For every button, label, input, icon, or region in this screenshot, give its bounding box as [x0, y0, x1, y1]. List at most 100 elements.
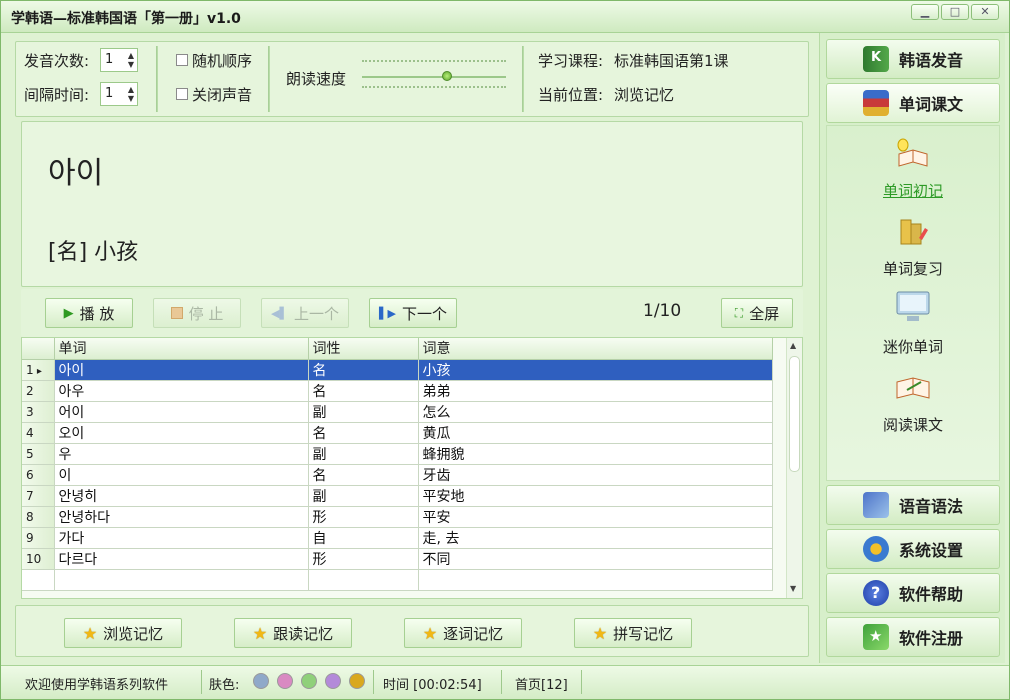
cell-word[interactable]: 아이 — [54, 359, 309, 381]
cell-pos[interactable]: 副 — [308, 443, 419, 465]
row-number[interactable]: 4 — [22, 422, 55, 444]
follow-read-memory-button[interactable]: ★ 跟读记忆 — [234, 618, 352, 648]
stop-icon — [170, 307, 183, 319]
stepper-arrows-icon[interactable]: ▲ ▼ — [128, 51, 134, 69]
cell-pos[interactable]: 名 — [308, 380, 419, 402]
skin-swatch[interactable] — [301, 673, 317, 689]
cell-word[interactable]: 안녕히 — [54, 485, 309, 507]
play-icon: ▶ — [63, 305, 74, 321]
sidebar-software-register[interactable]: ★ 软件注册 — [826, 617, 1000, 657]
table-scrollbar[interactable]: ▲ ▼ — [786, 338, 802, 598]
submenu-word-review[interactable]: 单词复习 — [827, 258, 999, 279]
row-number[interactable]: 8 — [22, 506, 55, 528]
stepper-arrows-icon[interactable]: ▲ ▼ — [128, 85, 134, 103]
cell-pos[interactable]: 自 — [308, 527, 419, 549]
random-order-checkbox[interactable] — [176, 54, 188, 66]
minimize-button[interactable]: ▁ — [911, 4, 939, 20]
maximize-button[interactable]: □ — [941, 4, 969, 20]
word-table[interactable]: 单词 词性 词意 1 ▸ 아이 名小孩 2 아우 名弟弟 3 어이 副怎么 4 오이 名黄瓜 5 우 副蜂拥… — [21, 337, 803, 599]
column-header-word[interactable]: 单词 — [54, 338, 309, 360]
close-button[interactable]: ✕ — [971, 4, 999, 20]
table-row[interactable]: 5 우 副蜂拥貌 — [22, 443, 773, 465]
cell-word[interactable]: 우 — [54, 443, 309, 465]
table-row[interactable]: 7 안녕히 副平安地 — [22, 485, 773, 507]
skin-swatch[interactable] — [253, 673, 269, 689]
cell-meaning[interactable]: 黄瓜 — [418, 422, 773, 444]
scroll-up-icon[interactable]: ▲ — [790, 341, 796, 350]
cell-word[interactable]: 안녕하다 — [54, 506, 309, 528]
cell-pos[interactable]: 名 — [308, 359, 419, 381]
submenu-mini-words[interactable]: 迷你单词 — [827, 336, 999, 357]
cell-word[interactable]: 오이 — [54, 422, 309, 444]
sidebar-software-help[interactable]: ? 软件帮助 — [826, 573, 1000, 613]
row-number[interactable]: 1 ▸ — [22, 359, 55, 381]
row-number[interactable]: 10 — [22, 548, 55, 570]
row-number[interactable]: 6 — [22, 464, 55, 486]
scroll-down-icon[interactable]: ▼ — [790, 584, 796, 593]
read-speed-slider[interactable] — [362, 56, 506, 96]
row-number[interactable]: 9 — [22, 527, 55, 549]
cell-word[interactable]: 가다 — [54, 527, 309, 549]
cell-meaning[interactable]: 蜂拥貌 — [418, 443, 773, 465]
cell-word[interactable]: 이 — [54, 464, 309, 486]
table-row[interactable]: 2 아우 名弟弟 — [22, 380, 773, 402]
sidebar: K 韩语发音 单词课文 单词初记 单词复习 迷你单词 阅读课文 语音语法 系统设… — [819, 33, 1005, 663]
help-icon: ? — [863, 580, 889, 606]
skin-label: 肤色: — [209, 678, 240, 693]
cell-pos[interactable]: 副 — [308, 485, 419, 507]
cell-pos[interactable]: 形 — [308, 506, 419, 528]
row-number[interactable]: 5 — [22, 443, 55, 465]
cell-word[interactable]: 아우 — [54, 380, 309, 402]
gears-icon — [863, 536, 889, 562]
cell-meaning[interactable]: 平安 — [418, 506, 773, 528]
cell-meaning[interactable]: 不同 — [418, 548, 773, 570]
submenu-word-first-memory[interactable]: 单词初记 — [827, 180, 999, 201]
table-row[interactable]: 4 오이 名黄瓜 — [22, 422, 773, 444]
cell-pos[interactable]: 副 — [308, 401, 419, 423]
table-row[interactable]: 1 ▸ 아이 名小孩 — [22, 359, 773, 381]
skin-swatch[interactable] — [325, 673, 341, 689]
table-row[interactable]: 6 이 名牙齿 — [22, 464, 773, 486]
column-header-pos[interactable]: 词性 — [308, 338, 419, 360]
cell-pos[interactable]: 名 — [308, 422, 419, 444]
word-by-word-memory-button[interactable]: ★ 逐词记忆 — [404, 618, 522, 648]
sidebar-phonetics-grammar[interactable]: 语音语法 — [826, 485, 1000, 525]
cell-meaning[interactable]: 怎么 — [418, 401, 773, 423]
cell-meaning[interactable]: 牙齿 — [418, 464, 773, 486]
stop-button[interactable]: 停 止 — [153, 298, 241, 328]
row-number[interactable]: 7 — [22, 485, 55, 507]
table-row[interactable]: 8 안녕하다 形平安 — [22, 506, 773, 528]
cell-meaning[interactable]: 平安地 — [418, 485, 773, 507]
skin-swatch[interactable] — [349, 673, 365, 689]
row-number[interactable]: 3 — [22, 401, 55, 423]
fullscreen-button[interactable]: ⛶ 全屏 — [721, 298, 793, 328]
previous-button[interactable]: ◀▌ 上一个 — [261, 298, 349, 328]
sidebar-system-settings[interactable]: 系统设置 — [826, 529, 1000, 569]
interval-label: 间隔时间: — [24, 86, 90, 104]
next-button[interactable]: ▌▶ 下一个 — [369, 298, 457, 328]
play-button[interactable]: ▶ 播 放 — [45, 298, 133, 328]
table-row[interactable]: 3 어이 副怎么 — [22, 401, 773, 423]
cell-meaning[interactable]: 弟弟 — [418, 380, 773, 402]
pronounce-count-stepper[interactable]: 1 ▲ ▼ — [100, 48, 138, 72]
skin-swatch[interactable] — [277, 673, 293, 689]
browse-memory-button[interactable]: ★ 浏览记忆 — [64, 618, 182, 648]
submenu-read-text[interactable]: 阅读课文 — [827, 414, 999, 435]
cell-meaning[interactable]: 走, 去 — [418, 527, 773, 549]
slider-thumb[interactable] — [442, 71, 452, 81]
mute-checkbox[interactable] — [176, 88, 188, 100]
cell-word[interactable]: 다르다 — [54, 548, 309, 570]
cell-meaning[interactable]: 小孩 — [418, 359, 773, 381]
sidebar-vocabulary-text[interactable]: 单词课文 — [826, 83, 1000, 123]
cell-word[interactable]: 어이 — [54, 401, 309, 423]
sidebar-korean-pronunciation[interactable]: K 韩语发音 — [826, 39, 1000, 79]
scrollbar-thumb[interactable] — [789, 356, 800, 472]
table-row[interactable]: 10 다르다 形不同 — [22, 548, 773, 570]
column-header-meaning[interactable]: 词意 — [418, 338, 773, 360]
cell-pos[interactable]: 形 — [308, 548, 419, 570]
interval-stepper[interactable]: 1 ▲ ▼ — [100, 82, 138, 106]
cell-pos[interactable]: 名 — [308, 464, 419, 486]
row-number[interactable]: 2 — [22, 380, 55, 402]
spelling-memory-button[interactable]: ★ 拼写记忆 — [574, 618, 692, 648]
table-row[interactable]: 9 가다 自走, 去 — [22, 527, 773, 549]
